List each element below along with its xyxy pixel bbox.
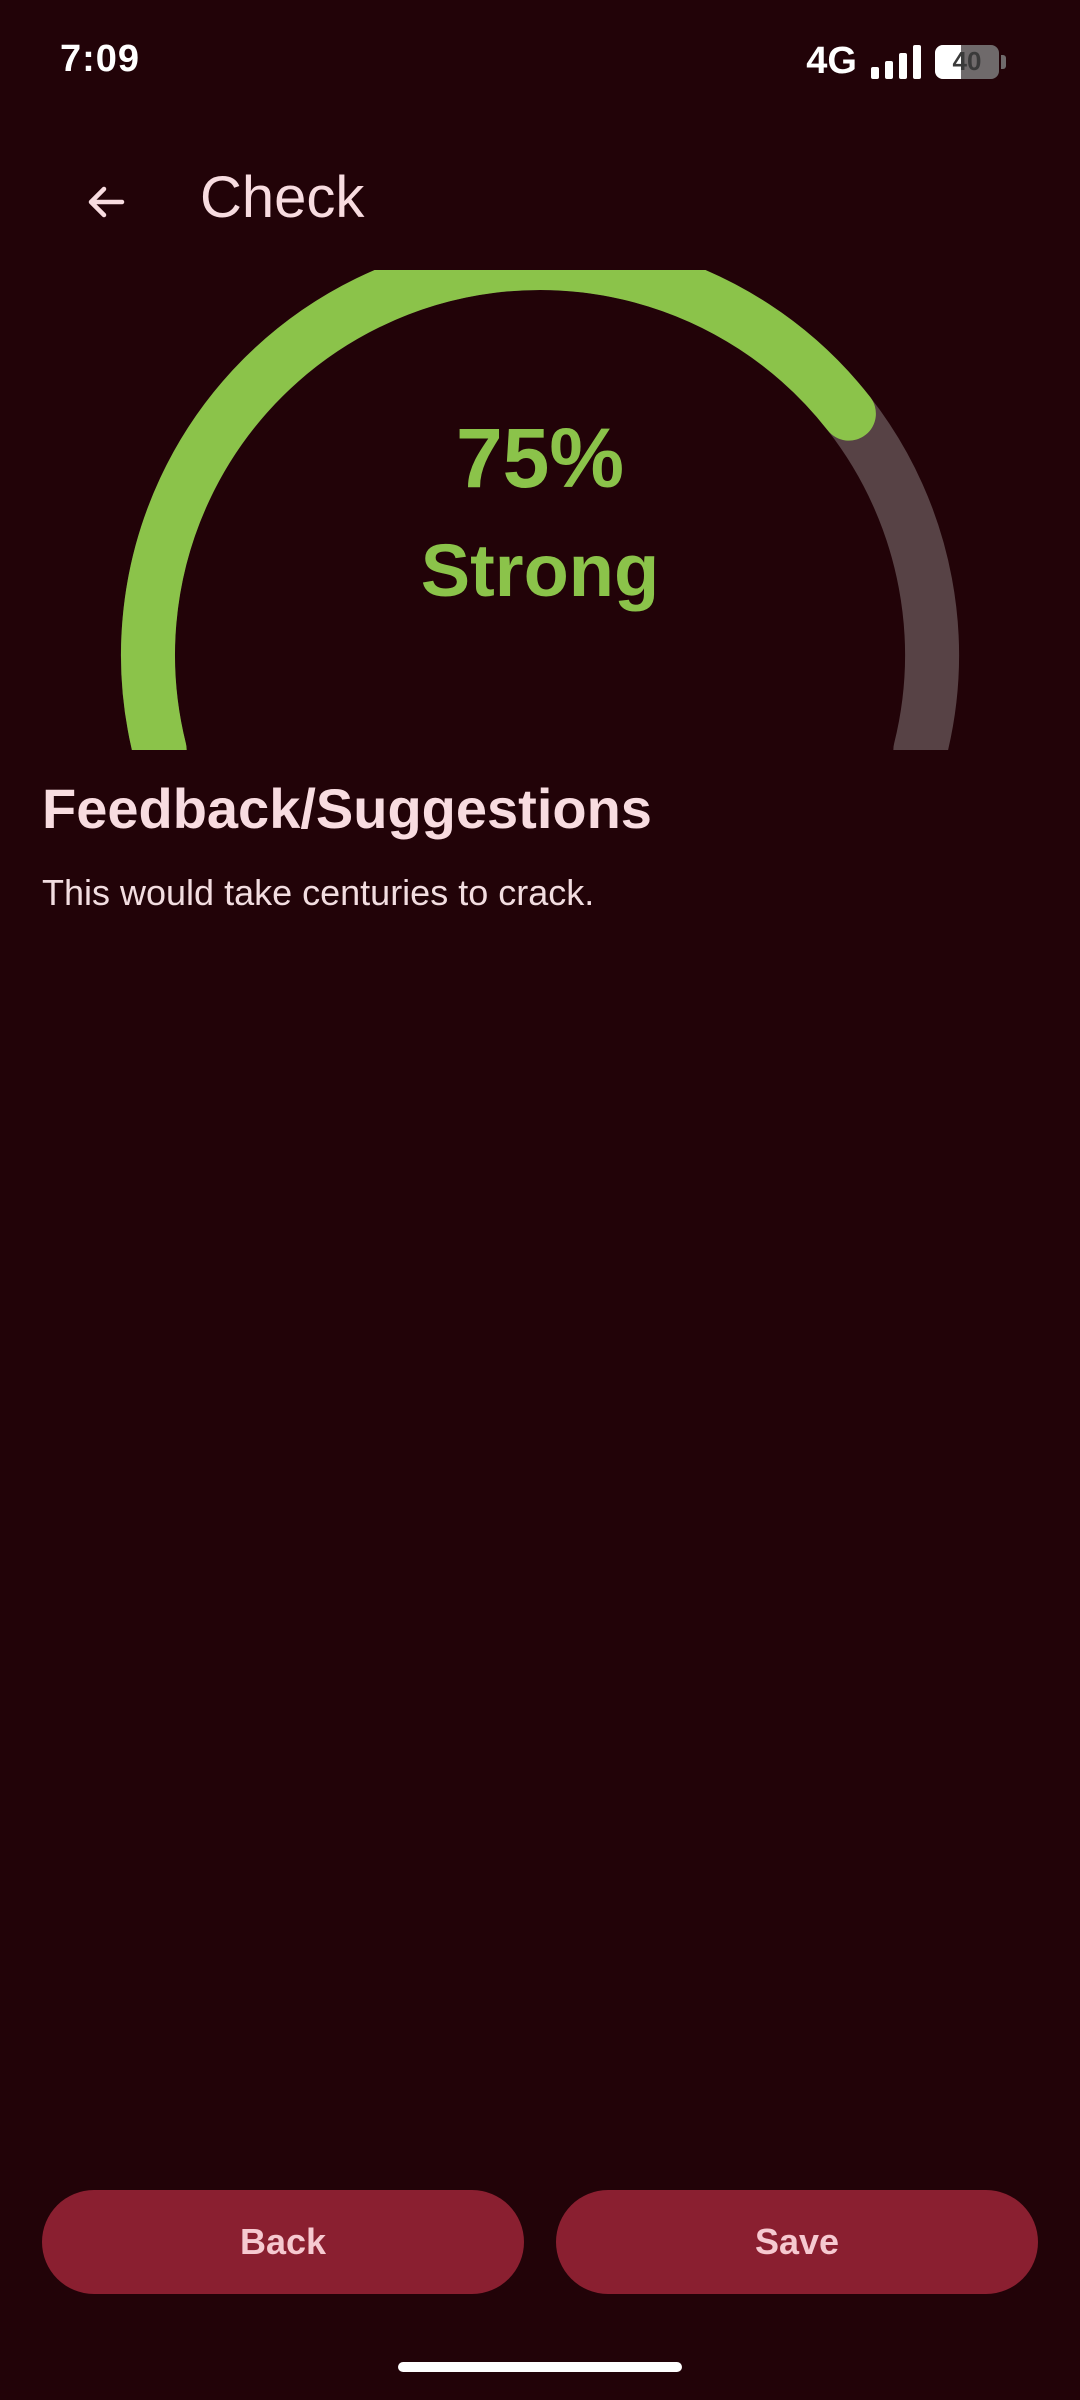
arrow-left-icon[interactable]: [58, 154, 154, 250]
gauge-arc: [121, 270, 959, 750]
home-indicator[interactable]: [398, 2362, 682, 2372]
status-time: 7:09: [60, 38, 141, 80]
network-type: 4G: [806, 40, 857, 82]
save-button[interactable]: Save: [556, 2190, 1038, 2294]
battery-level: 40: [952, 46, 982, 76]
back-button[interactable]: Back: [42, 2190, 524, 2294]
strength-gauge: 75% Strong: [100, 270, 980, 750]
battery-cap: [1001, 54, 1006, 69]
strength-percent: 75%: [455, 411, 625, 505]
gauge-progress: [121, 270, 876, 750]
signal-icon: [871, 44, 921, 79]
feedback-title: Feedback/Suggestions: [42, 777, 652, 840]
page-title: Check: [200, 165, 365, 230]
battery-icon: 40: [935, 44, 1006, 79]
strength-label: Strong: [420, 529, 660, 612]
feedback-text: This would take centuries to crack.: [42, 872, 595, 913]
status-icons: 4G 40: [806, 40, 1006, 83]
battery-body: 40: [935, 44, 999, 79]
app-bar: Check: [0, 130, 1080, 260]
status-bar: 7:09 4G 40: [0, 0, 1080, 120]
